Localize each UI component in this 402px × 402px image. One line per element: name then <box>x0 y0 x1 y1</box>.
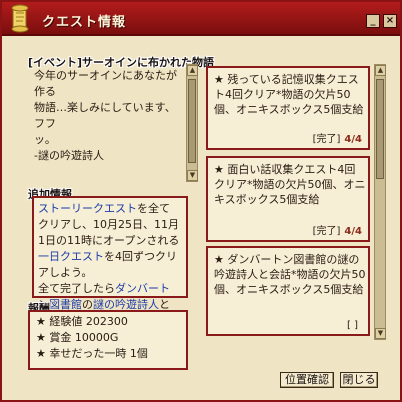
rewards-panel: ★ 経験値 202300 ★ 賞金 10000G ★ 幸せだった一時 1個 <box>28 310 188 370</box>
minimize-button[interactable]: _ <box>366 14 380 28</box>
quest-entry-text: ★ 面白い話収集クエスト4回クリア*物語の欠片50個、オニキスボックス5個支給 <box>214 163 366 206</box>
quest-info-window: クエスト情報 _ × [イベント]サーオインに布かれた物語 今年のサーオインにあ… <box>0 0 402 402</box>
window-title: クエスト情報 <box>42 15 127 30</box>
story-scrollbar[interactable]: ▲ ▼ <box>186 64 198 182</box>
close-button[interactable]: 閉じる <box>340 372 378 388</box>
link-daily-quest[interactable]: 一日クエスト <box>38 250 104 263</box>
close-x-button[interactable]: × <box>383 14 397 28</box>
story-panel: 今年のサーオインにあなたが作る 物語…楽しみにしています、フフ ッ。 -謎の吟遊… <box>28 64 196 182</box>
link-story-quest[interactable]: ストーリークエスト <box>38 202 137 215</box>
quest-entry-1[interactable]: ★ 残っている記憶収集クエスト4回クリア*物語の欠片50個、オニキスボックス5個… <box>206 66 370 150</box>
reward-item: ★ 経験値 202300 <box>36 315 128 328</box>
scroll-down-icon[interactable]: ▼ <box>375 328 386 339</box>
quest-entry-status: [ ] <box>347 320 358 331</box>
quest-entry-3[interactable]: ★ ダンバートン図書館の謎の吟遊詩人と会話*物語の欠片50個、オニキスボックス5… <box>206 246 370 336</box>
quest-entry-text: ★ ダンバートン図書館の謎の吟遊詩人と会話*物語の欠片50個、オニキスボックス5… <box>214 253 366 296</box>
quest-list-scrollbar[interactable]: ▲ ▼ <box>374 64 386 340</box>
scroll-down-icon[interactable]: ▼ <box>187 170 198 181</box>
story-body: 今年のサーオインにあなたが作る 物語…楽しみにしています、フフ ッ。 -謎の吟遊… <box>34 69 177 162</box>
reward-item: ★ 賞金 10000G <box>36 331 119 344</box>
reward-item: ★ 幸せだった一時 1個 <box>36 347 148 360</box>
quest-entry-status: [完了] 4/4 <box>312 134 362 145</box>
quest-entry-2[interactable]: ★ 面白い話収集クエスト4回クリア*物語の欠片50個、オニキスボックス5個支給 … <box>206 156 370 242</box>
scroll-up-icon[interactable]: ▲ <box>187 65 198 76</box>
quest-entry-text: ★ 残っている記憶収集クエスト4回クリア*物語の欠片50個、オニキスボックス5個… <box>214 73 364 116</box>
additional-info-panel: ストーリークエストを全てクリアし、10月25日、11月1日の11時にオープンされ… <box>32 196 188 327</box>
story-scroll-thumb[interactable] <box>188 79 196 163</box>
title-bar[interactable]: クエスト情報 _ × <box>2 2 400 36</box>
quest-list-scroll-thumb[interactable] <box>376 79 384 179</box>
scroll-icon <box>11 4 29 33</box>
locate-button[interactable]: 位置確認 <box>280 372 334 388</box>
scroll-up-icon[interactable]: ▲ <box>375 65 386 76</box>
quest-entry-status: [完了] 4/4 <box>312 226 362 237</box>
